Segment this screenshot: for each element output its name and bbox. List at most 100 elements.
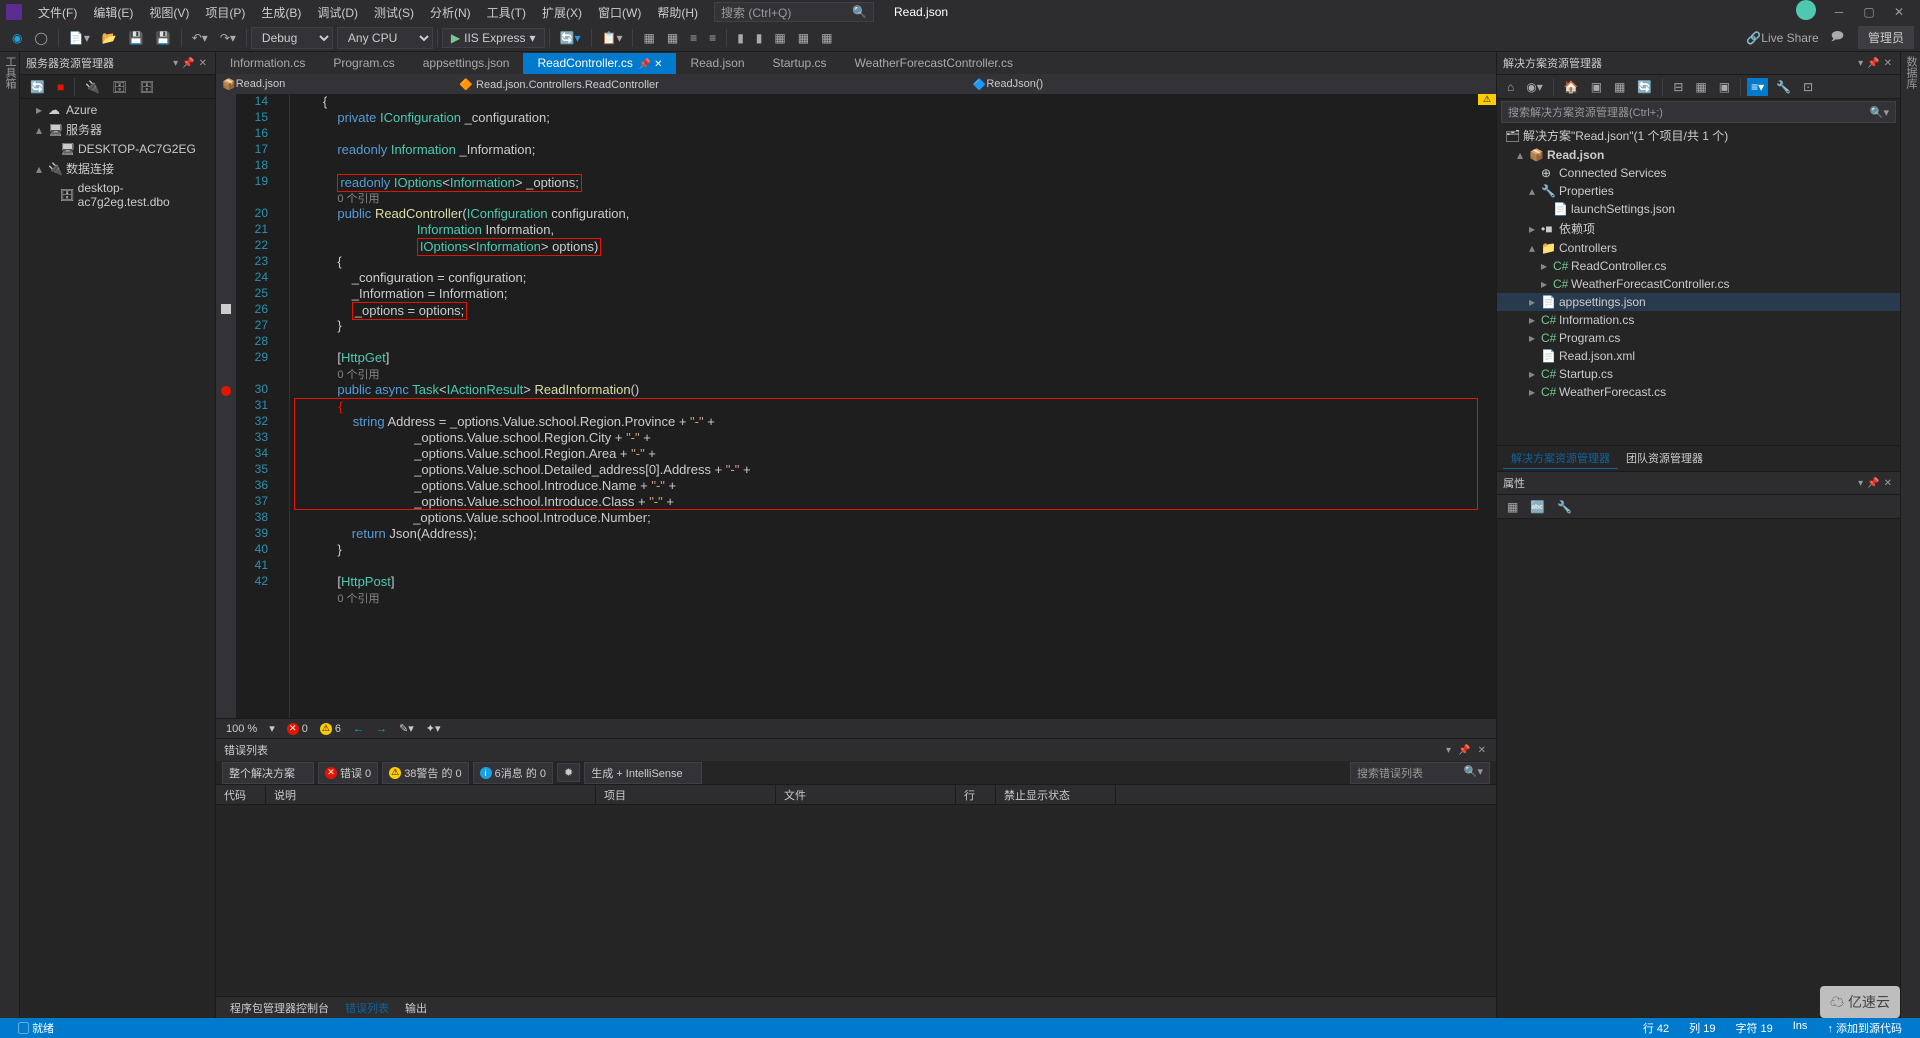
db2-icon[interactable]: 🗄 [135, 78, 158, 96]
output-tab[interactable]: 错误列表 [337, 998, 397, 1018]
solution-search-input[interactable]: 搜索解决方案资源管理器(Ctrl+;) 🔍▾ [1501, 101, 1896, 123]
editor-tab[interactable]: WeatherForecastController.cs [841, 53, 1028, 74]
tb-icon-2[interactable]: ▦ [639, 29, 658, 47]
status-source[interactable]: ↑ 添加到源代码 [1827, 1020, 1902, 1036]
tb-icon-3[interactable]: ▦ [663, 29, 682, 47]
maximize-button[interactable]: ▢ [1854, 0, 1884, 24]
tree-item[interactable]: 🗄desktop-ac7g2eg.test.dbo [20, 179, 215, 211]
menu-item[interactable]: 编辑(E) [85, 2, 141, 23]
margin-column[interactable] [216, 94, 236, 718]
stop-icon[interactable]: ■ [53, 78, 68, 96]
home-icon[interactable]: ⌂ [1503, 78, 1518, 96]
db-icon[interactable]: 🗄 [108, 78, 131, 96]
menu-item[interactable]: 调试(D) [309, 2, 366, 23]
error-count[interactable]: ✕0 [287, 723, 308, 735]
redo-button[interactable]: ↷▾ [216, 29, 240, 47]
editor-tab[interactable]: ReadController.cs📌 ✕ [523, 53, 676, 74]
view-icon[interactable]: ≡▾ [1747, 78, 1768, 96]
editor-tab[interactable]: Read.json [676, 53, 758, 74]
nav-prev-button[interactable]: ← [353, 723, 364, 735]
solution-item[interactable]: ▸C#WeatherForecast.cs [1497, 383, 1900, 401]
close-panel-icon[interactable]: ✕ [199, 58, 207, 69]
solution-item[interactable]: 📄launchSettings.json [1497, 200, 1900, 218]
warning-count[interactable]: ⚠6 [320, 723, 341, 735]
pin-icon[interactable]: 📌 [1867, 58, 1879, 69]
refresh-button[interactable]: 🔄▾ [556, 29, 585, 47]
close-button[interactable]: ✕ [1884, 0, 1914, 24]
column-header[interactable]: 说明 [266, 785, 596, 804]
new-project-button[interactable]: 📄▾ [65, 29, 94, 47]
tb-icon-8[interactable]: ▦ [770, 29, 789, 47]
pen-icon[interactable]: ✎▾ [399, 722, 414, 735]
menu-item[interactable]: 帮助(H) [649, 2, 706, 23]
fold-column[interactable] [276, 94, 290, 718]
tb-icon-7[interactable]: ▮ [752, 29, 767, 47]
brush-icon[interactable]: ✦▾ [426, 722, 441, 735]
pin-icon[interactable]: 📌 [1458, 745, 1470, 756]
refresh-sol-icon[interactable]: 🔄 [1633, 78, 1656, 96]
tree-item[interactable]: ▸☁Azure [20, 101, 215, 119]
solution-item[interactable]: ▸•■依赖项 [1497, 218, 1900, 239]
solution-item[interactable]: ▸C#Startup.cs [1497, 365, 1900, 383]
error-search-input[interactable]: 搜索错误列表 🔍▾ [1350, 762, 1490, 784]
user-avatar[interactable] [1796, 0, 1816, 20]
dropdown-icon[interactable]: ▾ [173, 58, 178, 69]
code-editor[interactable]: 1415161718192021222324252627282930313233… [216, 94, 1496, 718]
collapse-icon[interactable]: ⊟ [1669, 78, 1687, 96]
tb-icon-1[interactable]: 📋▾ [598, 29, 627, 47]
start-debug-button[interactable]: ▶ IIS Express ▾ [442, 28, 545, 48]
zoom-level[interactable]: 100 % [226, 723, 257, 735]
dropdown-icon[interactable]: ▾ [1446, 745, 1451, 756]
show-all-icon[interactable]: ▦ [1610, 78, 1629, 96]
quick-search-input[interactable]: 搜索 (Ctrl+Q) 🔍 [714, 2, 874, 22]
tree-item[interactable]: ▴🖥服务器 [20, 119, 215, 140]
solution-item[interactable]: ▸C#Information.cs [1497, 311, 1900, 329]
feedback-button[interactable]: 🗩 [1827, 25, 1848, 50]
code-content[interactable]: { private IConfiguration _configuration;… [290, 94, 1478, 718]
column-header[interactable]: 项目 [596, 785, 776, 804]
tree-item[interactable]: 🖥DESKTOP-AC7G2EG [20, 140, 215, 158]
menu-item[interactable]: 分析(N) [422, 2, 479, 23]
output-tab[interactable]: 程序包管理器控制台 [222, 998, 337, 1018]
messages-filter[interactable]: i6消息 的 0 [473, 762, 553, 784]
open-button[interactable]: 📂 [98, 29, 121, 47]
toolbox-right-collapsed[interactable]: 数据库 [1900, 52, 1920, 1018]
editor-tab[interactable]: appsettings.json [409, 53, 524, 74]
categorize-icon[interactable]: ▦ [1503, 498, 1522, 516]
props-wrench-icon[interactable]: 🔧 [1553, 498, 1576, 516]
editor-tab[interactable]: Startup.cs [759, 53, 841, 74]
solution-item[interactable]: ▸📄appsettings.json [1497, 293, 1900, 311]
editor-tab[interactable]: Information.cs [216, 53, 319, 74]
solution-item[interactable]: ▴🔧Properties [1497, 182, 1900, 200]
overview-ruler[interactable]: ⚠ [1478, 94, 1496, 718]
solution-item[interactable]: ▸C#Program.cs [1497, 329, 1900, 347]
output-tab[interactable]: 输出 [397, 998, 435, 1018]
column-header[interactable]: 文件 [776, 785, 956, 804]
build-filter-icon[interactable]: ✹ [557, 763, 580, 782]
scope-dropdown[interactable]: 整个解决方案 [222, 762, 314, 784]
sync-icon[interactable]: 🏠 [1560, 78, 1583, 96]
connect-icon[interactable]: 🔌 [81, 78, 104, 96]
dropdown-icon[interactable]: ▾ [1858, 478, 1863, 489]
menu-item[interactable]: 工具(T) [479, 2, 534, 23]
menu-item[interactable]: 窗口(W) [590, 2, 649, 23]
tb-icon-6[interactable]: ▮ [733, 29, 748, 47]
solution-item[interactable]: ▴📁Controllers [1497, 239, 1900, 257]
platform-dropdown[interactable]: Any CPU [337, 27, 433, 49]
props-icon[interactable]: ▦ [1691, 78, 1710, 96]
close-icon[interactable]: ✕ [1478, 745, 1486, 756]
solution-item[interactable]: ▸C#WeatherForecastController.cs [1497, 275, 1900, 293]
menu-item[interactable]: 扩展(X) [534, 2, 590, 23]
tool-icon[interactable]: ⊡ [1799, 78, 1817, 96]
toggle-icon[interactable]: ▣ [1587, 78, 1606, 96]
breadcrumb-class[interactable]: 🔶 Read.json.Controllers.ReadController [459, 78, 972, 91]
menu-item[interactable]: 项目(P) [197, 2, 253, 23]
breadcrumb-project[interactable]: 📦 Read.json [222, 78, 285, 91]
solution-root[interactable]: 🗂解决方案"Read.json"(1 个项目/共 1 个) [1497, 125, 1900, 146]
close-icon[interactable]: ✕ [1884, 478, 1892, 489]
column-header[interactable]: 行 [956, 785, 996, 804]
solution-item[interactable]: ▴📦Read.json [1497, 146, 1900, 164]
column-header[interactable]: 代码 [216, 785, 266, 804]
menu-item[interactable]: 生成(B) [253, 2, 309, 23]
liveshare-button[interactable]: 🔗 Live Share [1742, 29, 1822, 47]
